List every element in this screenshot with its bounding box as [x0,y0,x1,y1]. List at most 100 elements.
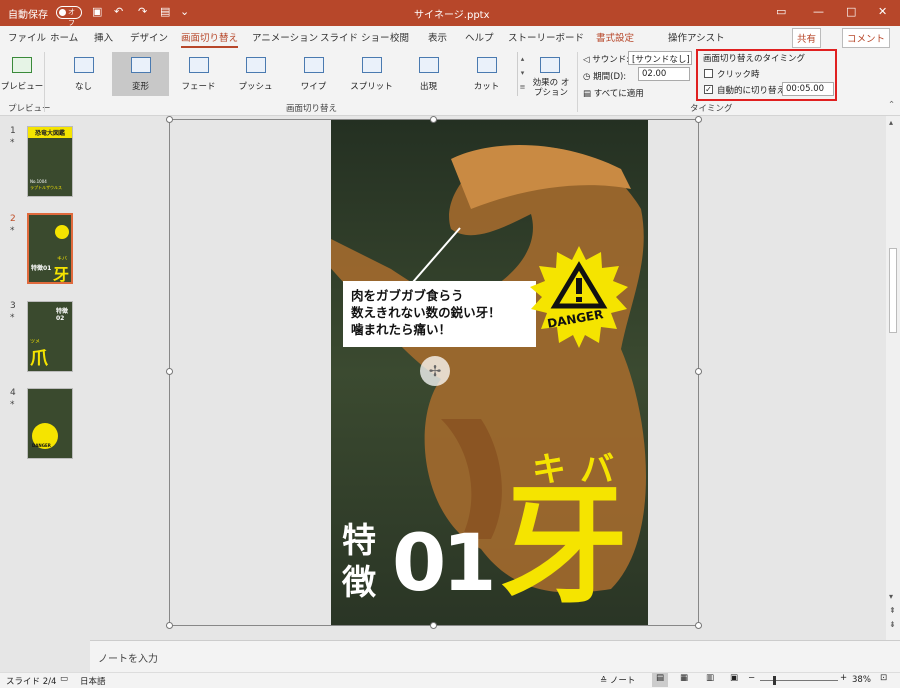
undo-icon[interactable]: ↶ [114,5,123,18]
tell-me-search[interactable]: 操作アシスト [668,30,725,44]
thumb-danger: DANGER [32,443,51,448]
speech-callout[interactable]: 肉をガブガブ食らう 数えきれない数の鋭い牙！ 噛まれたら痛い！ [343,281,536,347]
resize-handle[interactable] [695,116,702,123]
maximize-icon[interactable]: □ [846,5,856,18]
slide-star: * [10,138,15,148]
transition-morph[interactable]: 変形 [112,52,169,96]
resize-handle[interactable] [430,622,437,629]
scroll-up-icon[interactable]: ▴ [889,118,893,127]
normal-view-icon[interactable]: ▤ [652,673,668,687]
slide-thumbnail-1[interactable]: 恐竜大図鑑 No.1004 ラプトルザウルス [27,126,73,197]
tab-format[interactable]: 書式設定 [596,30,634,44]
kanji-title: 牙 [500,472,629,621]
slide-sorter-icon[interactable]: ▦ [680,673,688,683]
minimize-icon[interactable]: — [813,5,824,18]
zoom-slider[interactable] [760,680,838,681]
scroll-down-icon[interactable]: ▾ [889,592,893,601]
autosave-toggle[interactable]: オフ [56,6,82,27]
redo-icon[interactable]: ↷ [138,5,147,18]
start-from-beginning-icon[interactable]: ▤ [160,5,170,18]
tab-help[interactable]: ヘルプ [465,30,494,44]
zoom-out-icon[interactable]: − [748,673,755,683]
transition-reveal[interactable]: 出現 [400,52,457,96]
tab-animations[interactable]: アニメーション [252,30,318,44]
tab-storyboard[interactable]: ストーリーボード [508,30,584,44]
slide-number: 1 [10,126,16,136]
thumb-big: 爪 [30,348,48,369]
duration-input[interactable]: 02.00 [638,67,690,81]
transition-wipe[interactable]: ワイプ [285,52,342,96]
zoom-in-icon[interactable]: + [840,673,847,683]
tab-view[interactable]: 表示 [428,30,447,44]
transition-label: プッシュ [238,82,273,92]
fit-to-window-icon[interactable]: ⊡ [880,673,887,683]
language[interactable]: 日本語 [80,675,106,687]
gallery-scroll[interactable]: ▴ ▾ ≡ [517,52,527,96]
tab-insert[interactable]: 挿入 [94,30,113,44]
comments-label: コメント [847,34,886,45]
resize-handle[interactable] [166,622,173,629]
transition-label: カット [473,82,500,92]
speaker-icon: ◁ [583,55,590,65]
save-icon[interactable]: ▣ [92,5,102,18]
collapse-ribbon-icon[interactable]: ⌃ [888,100,895,110]
tab-transitions[interactable]: 画面切り替え [181,30,239,48]
comments-button[interactable]: コメント [842,28,891,48]
resize-handle[interactable] [166,368,173,375]
resize-handle[interactable] [430,116,437,123]
transitions-group-label: 画面切り替え [286,104,338,114]
apply-to-all-button[interactable]: ▤ すべてに適用 [583,87,644,99]
reading-view-icon[interactable]: ▥ [706,673,714,683]
accessibility-icon[interactable]: ▭ [60,674,68,684]
slide-thumbnail-2[interactable]: 特徴01 キバ 牙 [27,213,73,284]
notes-pane[interactable]: ノートを入力 [90,640,900,672]
resize-handle[interactable] [166,116,173,123]
tab-slideshow[interactable]: スライド ショー [320,30,390,44]
transition-cut[interactable]: カット [458,52,515,96]
preview-button[interactable]: プレビュー [0,52,44,96]
previous-slide-icon[interactable]: ⇞ [889,606,896,615]
tab-file[interactable]: ファイル [8,30,46,44]
tab-design[interactable]: デザイン [130,30,168,44]
next-slide-icon[interactable]: ⇟ [889,620,896,629]
ribbon-display-icon[interactable]: ▭ [776,5,786,18]
transition-split[interactable]: スプリット [343,52,400,96]
slide-star: * [10,400,15,410]
scroll-thumb[interactable] [889,248,897,333]
notes-toggle[interactable]: ≙ ノート [600,674,635,686]
starburst-icon [530,246,628,348]
notes-label: ノート [609,676,636,686]
transition-fade[interactable]: フェード [170,52,227,96]
transition-cut-icon [477,57,497,73]
thumb-sub: ラプトルザウルス [30,185,62,190]
transition-none[interactable]: なし [55,52,112,96]
transition-fade-icon [189,57,209,73]
resize-handle[interactable] [695,368,702,375]
slide-thumbnail-pane: 1 * 恐竜大図鑑 No.1004 ラプトルザウルス 2 * 特徴01 キバ 牙… [0,116,90,674]
vertical-scrollbar[interactable]: ▴ ▾ ⇞ ⇟ [886,116,900,640]
effect-options-button[interactable]: 効果の オプション [530,52,572,98]
transition-push[interactable]: プッシュ [227,52,284,96]
notes-icon: ≙ [600,676,608,686]
zoom-slider-thumb[interactable] [773,676,776,685]
slideshow-icon[interactable]: ▣ [730,673,738,683]
zoom-level[interactable]: 38% [852,675,871,685]
customize-qat-icon[interactable]: ⌄ [180,5,189,18]
slide-thumbnail-3[interactable]: 特徴02 ツメ 爪 [27,301,73,372]
sound-select[interactable]: [サウンドなし] [628,51,692,65]
close-icon[interactable]: ✕ [878,5,887,18]
thumb-small: 特徴02 [56,308,69,322]
share-button[interactable]: 共有 [792,28,822,48]
feature-number: 01 [392,519,497,609]
danger-badge[interactable]: DANGER [527,244,631,348]
notes-placeholder: ノートを入力 [98,654,158,665]
tab-home[interactable]: ホーム [50,30,78,44]
rotate-handle-icon[interactable]: ✢ [420,356,450,386]
slide-number: 4 [10,388,16,398]
thumb-caption: No.1004 [30,179,47,184]
transition-push-icon [246,57,266,73]
tab-review[interactable]: 校閲 [390,30,409,44]
transition-label: 変形 [131,82,149,92]
resize-handle[interactable] [695,622,702,629]
slide-thumbnail-4[interactable]: DANGER [27,388,73,459]
